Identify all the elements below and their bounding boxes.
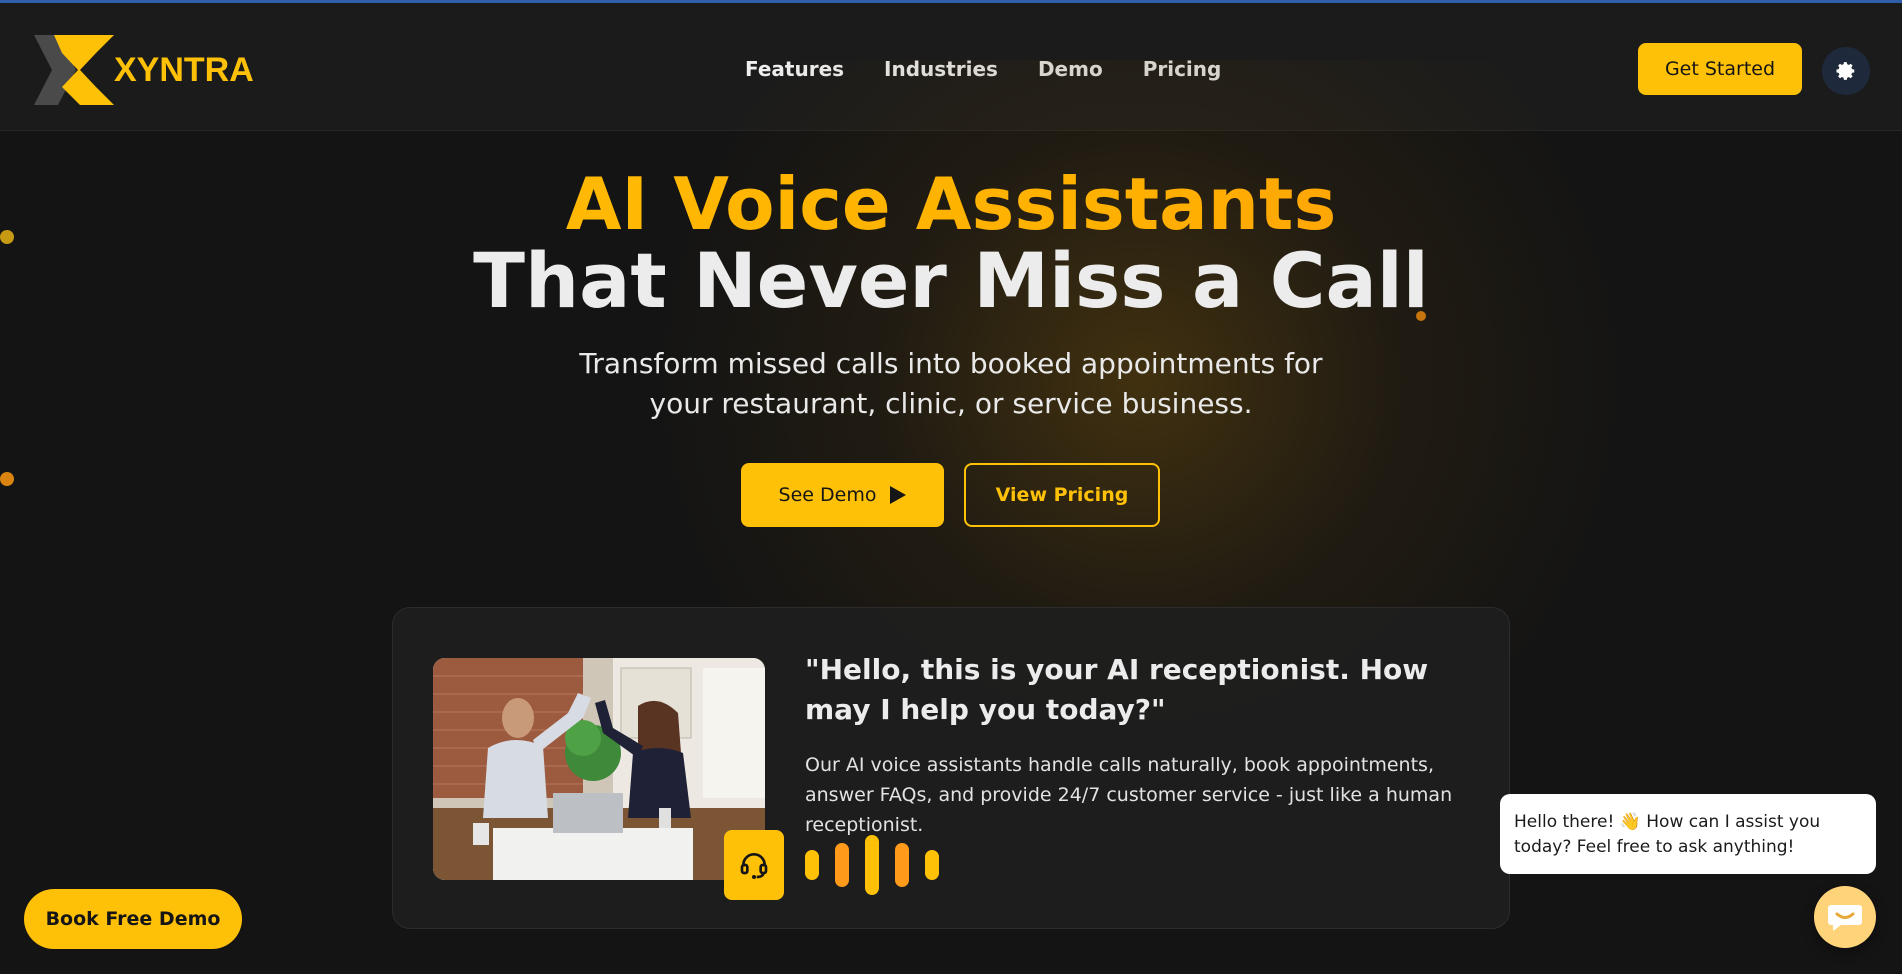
theme-toggle-button[interactable] [1822, 47, 1870, 95]
book-free-demo-button[interactable]: Book Free Demo [24, 889, 242, 949]
brand-name: XYNTRA [114, 50, 254, 89]
chat-icon [1828, 905, 1862, 931]
get-started-button[interactable]: Get Started [1638, 43, 1802, 95]
hero-title-line2: That Never Miss a Call [473, 236, 1429, 325]
chat-greeting-bubble: Hello there! 👋 How can I assist you toda… [1500, 794, 1876, 874]
hero-subtitle: Transform missed calls into booked appoi… [579, 347, 1323, 420]
card-description: Our AI voice assistants handle calls nat… [805, 754, 1453, 836]
headset-icon [740, 853, 768, 879]
view-pricing-button[interactable]: View Pricing [964, 463, 1160, 527]
nav-industries[interactable]: Industries [884, 57, 998, 81]
site-header: XYNTRA Features Industries Demo Pricing … [0, 3, 1902, 131]
demo-card: "Hello, this is your AI receptionist. Ho… [392, 607, 1510, 929]
logo-x-icon [34, 35, 114, 105]
photo-business-people-high-five [433, 658, 765, 880]
voice-wave-icon [805, 835, 939, 895]
nav-pricing[interactable]: Pricing [1143, 57, 1222, 81]
play-icon [890, 486, 907, 504]
chat-greeting-text: Hello there! 👋 How can I assist you toda… [1514, 812, 1821, 857]
see-demo-label: See Demo [778, 484, 877, 506]
headset-badge [724, 830, 784, 900]
nav-features[interactable]: Features [745, 57, 844, 81]
hero-title-line1: AI Voice Assistants [0, 162, 1902, 246]
brand-logo[interactable]: XYNTRA [34, 33, 254, 107]
gear-icon [1836, 62, 1855, 80]
decor-dot [0, 472, 14, 486]
see-demo-button[interactable]: See Demo [741, 463, 944, 527]
main-nav: Features Industries Demo Pricing [745, 57, 1221, 81]
card-quote: "Hello, this is your AI receptionist. Ho… [805, 653, 1429, 726]
chat-launcher-button[interactable] [1814, 886, 1876, 948]
nav-demo[interactable]: Demo [1038, 57, 1103, 81]
